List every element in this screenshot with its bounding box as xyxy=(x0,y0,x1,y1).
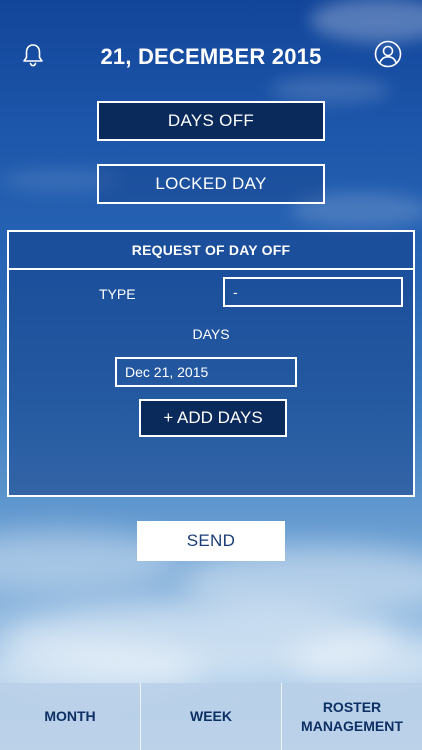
type-label: TYPE xyxy=(99,286,136,302)
bell-icon[interactable] xyxy=(20,42,46,68)
type-select[interactable]: - xyxy=(223,277,403,307)
days-label: DAYS xyxy=(192,326,230,342)
user-circle-icon[interactable] xyxy=(374,40,402,68)
tab-month-label: MONTH xyxy=(44,708,96,724)
page-title: 21, DECEMBER 2015 xyxy=(100,44,322,69)
tab-week-label: WEEK xyxy=(190,708,232,724)
tab-roster-label-line1: ROSTER xyxy=(322,698,382,715)
tab-week[interactable]: WEEK xyxy=(140,683,281,750)
panel-title: REQUEST OF DAY OFF xyxy=(9,232,413,270)
locked-day-button[interactable]: LOCKED DAY xyxy=(97,164,325,204)
days-off-button[interactable]: DAYS OFF xyxy=(97,101,325,141)
add-days-button[interactable]: + ADD DAYS xyxy=(139,399,287,437)
tab-month[interactable]: MONTH xyxy=(0,683,140,750)
request-day-off-panel: REQUEST OF DAY OFF TYPE - DAYS Dec 21, 2… xyxy=(7,230,415,497)
header: 21, DECEMBER 2015 xyxy=(0,36,422,80)
tab-roster-label-line2: MANAGEMENT xyxy=(301,717,403,734)
date-input[interactable]: Dec 21, 2015 xyxy=(115,357,297,387)
send-button[interactable]: SEND xyxy=(137,521,285,561)
tab-roster-management[interactable]: ROSTER MANAGEMENT xyxy=(281,683,422,750)
bottom-tab-bar: MONTH WEEK ROSTER MANAGEMENT xyxy=(0,683,422,750)
